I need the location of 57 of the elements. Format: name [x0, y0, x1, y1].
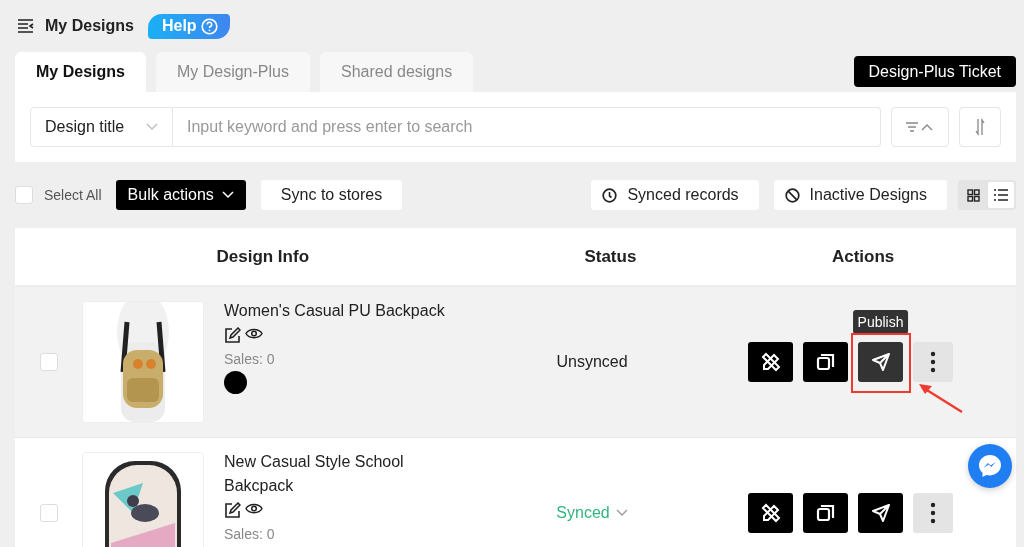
- sort-icon: [974, 118, 986, 136]
- design-title: New Casual Style School Bakcpack: [224, 452, 405, 496]
- tooltip: Publish: [852, 310, 909, 334]
- table-row[interactable]: Women's Casual PU Backpack Sales: 0 Unsynced Publish: [15, 287, 1016, 438]
- select-all-label: Select All: [44, 187, 102, 203]
- more-icon: [930, 351, 936, 373]
- design-button[interactable]: [748, 342, 793, 382]
- search-field[interactable]: Input keyword and press enter to search: [173, 107, 881, 147]
- pencil-ruler-icon: [759, 502, 782, 524]
- color-swatch[interactable]: [224, 371, 247, 394]
- edit-icon[interactable]: [224, 502, 241, 520]
- chevron-down-icon: [146, 123, 158, 131]
- messenger-icon: [977, 453, 1003, 479]
- status-text: Unsynced: [556, 353, 628, 371]
- grid-icon: [966, 188, 980, 202]
- list-icon: [994, 189, 1008, 201]
- design-title: Women's Casual PU Backpack: [224, 301, 445, 321]
- sales-count: Sales: 0: [224, 351, 276, 367]
- chevron-down-icon: [615, 509, 628, 517]
- column-header: Design Info: [215, 246, 311, 267]
- checkbox[interactable]: [15, 186, 33, 204]
- list-view-button[interactable]: [988, 182, 1014, 208]
- copy-icon: [815, 352, 836, 372]
- tab[interactable]: My Designs: [15, 52, 146, 92]
- copy-button[interactable]: [803, 342, 848, 382]
- chevron-down-icon: [221, 191, 234, 199]
- copy-icon: [815, 503, 836, 523]
- publish-button[interactable]: [858, 342, 903, 382]
- checkbox[interactable]: [39, 353, 58, 371]
- more-icon: [930, 502, 936, 524]
- column-header: Actions: [830, 246, 896, 267]
- block-icon: [784, 187, 800, 203]
- eye-icon[interactable]: [245, 327, 263, 341]
- clock-icon: [602, 187, 618, 203]
- edit-icon[interactable]: [224, 327, 241, 345]
- send-icon: [870, 503, 891, 523]
- sales-count: Sales: 0: [224, 526, 276, 542]
- publish-button[interactable]: [858, 493, 903, 533]
- bulk-actions-button[interactable]: Bulk actions: [115, 180, 246, 210]
- pencil-ruler-icon: [759, 351, 782, 373]
- filter-icon: [905, 121, 935, 133]
- checkbox[interactable]: [39, 504, 58, 522]
- help-icon: [200, 17, 218, 35]
- field-select[interactable]: Design title: [30, 107, 173, 147]
- ticket-button[interactable]: Design-Plus Ticket: [853, 56, 1016, 87]
- sync-button[interactable]: Sync to stores: [260, 180, 403, 210]
- send-icon: [870, 352, 891, 372]
- more-button[interactable]: [913, 493, 953, 533]
- copy-button[interactable]: [803, 493, 848, 533]
- synced-records-button[interactable]: Synced records: [591, 180, 759, 210]
- column-header: Status: [583, 246, 638, 267]
- menu-icon[interactable]: [17, 19, 35, 33]
- design-button[interactable]: [748, 493, 793, 533]
- page-title: My Designs: [45, 17, 134, 35]
- eye-icon[interactable]: [245, 502, 263, 516]
- more-button[interactable]: [913, 342, 953, 382]
- arrow-annotation: [918, 382, 964, 414]
